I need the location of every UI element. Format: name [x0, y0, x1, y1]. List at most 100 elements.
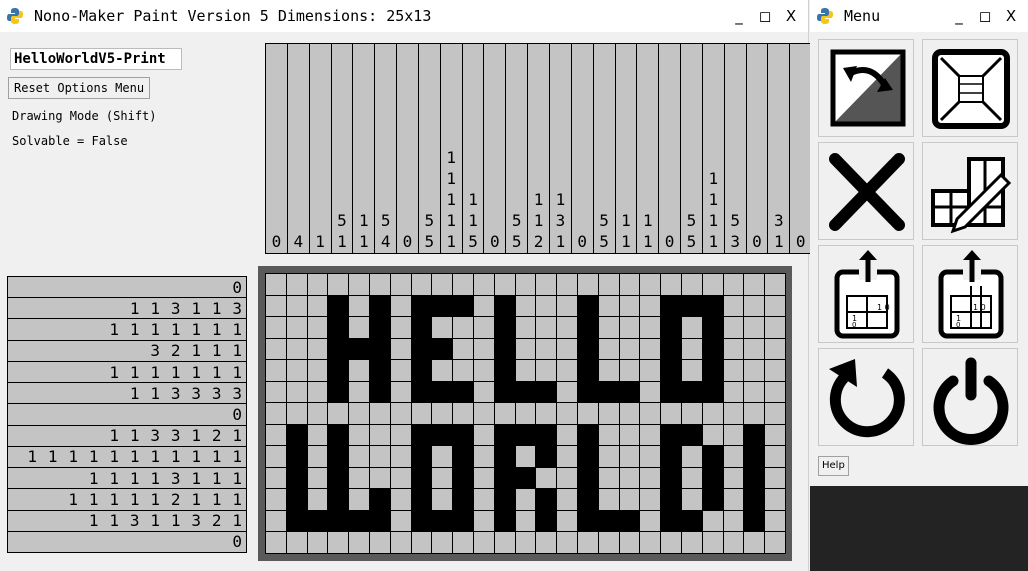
grid-cell[interactable] — [723, 446, 744, 467]
grid-cell[interactable] — [702, 295, 723, 317]
grid-cell[interactable] — [307, 338, 328, 360]
grid-cell[interactable] — [390, 295, 411, 317]
grid-cell[interactable] — [266, 295, 286, 317]
grid-cell[interactable] — [390, 338, 411, 360]
grid-cell[interactable] — [702, 338, 723, 360]
grid-cell[interactable] — [640, 403, 661, 424]
grid-cell[interactable] — [390, 381, 411, 403]
grid-cell[interactable] — [702, 467, 723, 489]
grid-cell[interactable] — [473, 338, 494, 360]
grid-cell[interactable] — [390, 532, 411, 553]
grid-cell[interactable] — [494, 424, 515, 446]
grid-cell[interactable] — [266, 446, 286, 467]
grid-cell[interactable] — [702, 403, 723, 424]
grid-cell[interactable] — [598, 510, 619, 532]
grid-cell[interactable] — [473, 274, 494, 295]
grid-cell[interactable] — [681, 467, 702, 489]
grid-cell[interactable] — [411, 360, 432, 381]
grid-cell[interactable] — [286, 295, 307, 317]
grid-cell[interactable] — [640, 274, 661, 295]
grid-cell[interactable] — [577, 360, 598, 381]
grid-cell[interactable] — [765, 403, 785, 424]
grid-cell[interactable] — [494, 403, 515, 424]
grid-cell[interactable] — [577, 467, 598, 489]
grid-cell[interactable] — [307, 489, 328, 510]
grid-cell[interactable] — [619, 467, 640, 489]
grid-cell[interactable] — [266, 360, 286, 381]
grid-cell[interactable] — [411, 446, 432, 467]
grid-cell[interactable] — [473, 424, 494, 446]
grid-cell[interactable] — [661, 381, 681, 403]
grid-cell[interactable] — [286, 510, 307, 532]
export-solution-button[interactable]: 1 0 1 0 — [922, 245, 1018, 343]
grid-cell[interactable] — [411, 424, 432, 446]
grid-cell[interactable] — [266, 403, 286, 424]
grid-cell[interactable] — [286, 532, 307, 553]
grid-cell[interactable] — [266, 424, 286, 446]
grid-cell[interactable] — [661, 360, 681, 381]
grid-cell[interactable] — [536, 446, 557, 467]
grid-cell[interactable] — [681, 360, 702, 381]
grid-cell[interactable] — [702, 381, 723, 403]
grid-cell[interactable] — [390, 489, 411, 510]
grid-cell[interactable] — [432, 381, 453, 403]
grid-cell[interactable] — [515, 317, 536, 338]
grid-cell[interactable] — [661, 489, 681, 510]
grid-cell[interactable] — [765, 467, 785, 489]
grid-cell[interactable] — [369, 446, 390, 467]
grid-cell[interactable] — [619, 360, 640, 381]
grid-cell[interactable] — [349, 403, 369, 424]
grid-cell[interactable] — [349, 467, 369, 489]
grid-cell[interactable] — [577, 489, 598, 510]
grid-cell[interactable] — [681, 446, 702, 467]
grid-cell[interactable] — [432, 424, 453, 446]
grid-cell[interactable] — [266, 510, 286, 532]
grid-cell[interactable] — [307, 295, 328, 317]
grid-cell[interactable] — [411, 403, 432, 424]
grid-cell[interactable] — [661, 274, 681, 295]
grid-cell[interactable] — [557, 424, 577, 446]
grid-cell[interactable] — [453, 532, 473, 553]
grid-cell[interactable] — [619, 338, 640, 360]
grid-cell[interactable] — [515, 446, 536, 467]
grid-cell[interactable] — [577, 403, 598, 424]
grid-cell[interactable] — [390, 274, 411, 295]
grid-cell[interactable] — [744, 467, 765, 489]
grid-cell[interactable] — [453, 446, 473, 467]
grid-cell[interactable] — [557, 489, 577, 510]
grid-cell[interactable] — [432, 317, 453, 338]
grid-cell[interactable] — [473, 532, 494, 553]
grid-cell[interactable] — [536, 317, 557, 338]
grid-cell[interactable] — [619, 274, 640, 295]
grid-cell[interactable] — [328, 424, 349, 446]
grid-cell[interactable] — [723, 489, 744, 510]
grid-cell[interactable] — [557, 446, 577, 467]
grid-cell[interactable] — [723, 274, 744, 295]
grid-cell[interactable] — [765, 489, 785, 510]
grid-cell[interactable] — [723, 467, 744, 489]
grid-cell[interactable] — [619, 510, 640, 532]
grid-cell[interactable] — [432, 467, 453, 489]
grid-cell[interactable] — [453, 381, 473, 403]
grid-cell[interactable] — [723, 510, 744, 532]
grid-cell[interactable] — [328, 274, 349, 295]
grid-cell[interactable] — [619, 295, 640, 317]
grid-cell[interactable] — [557, 360, 577, 381]
grid-cell[interactable] — [744, 360, 765, 381]
grid-cell[interactable] — [369, 532, 390, 553]
grid-cell[interactable] — [328, 381, 349, 403]
grid-cell[interactable] — [661, 510, 681, 532]
grid-cell[interactable] — [286, 360, 307, 381]
grid-cell[interactable] — [473, 317, 494, 338]
grid-cell[interactable] — [390, 446, 411, 467]
grid-cell[interactable] — [411, 489, 432, 510]
reset-options-button[interactable]: Reset Options Menu — [8, 77, 151, 99]
grid-cell[interactable] — [369, 274, 390, 295]
grid-cell[interactable] — [765, 446, 785, 467]
grid-cell[interactable] — [286, 403, 307, 424]
grid-cell[interactable] — [515, 424, 536, 446]
grid-cell[interactable] — [390, 360, 411, 381]
grid-cell[interactable] — [598, 381, 619, 403]
grid-cell[interactable] — [286, 446, 307, 467]
grid-cell[interactable] — [723, 338, 744, 360]
